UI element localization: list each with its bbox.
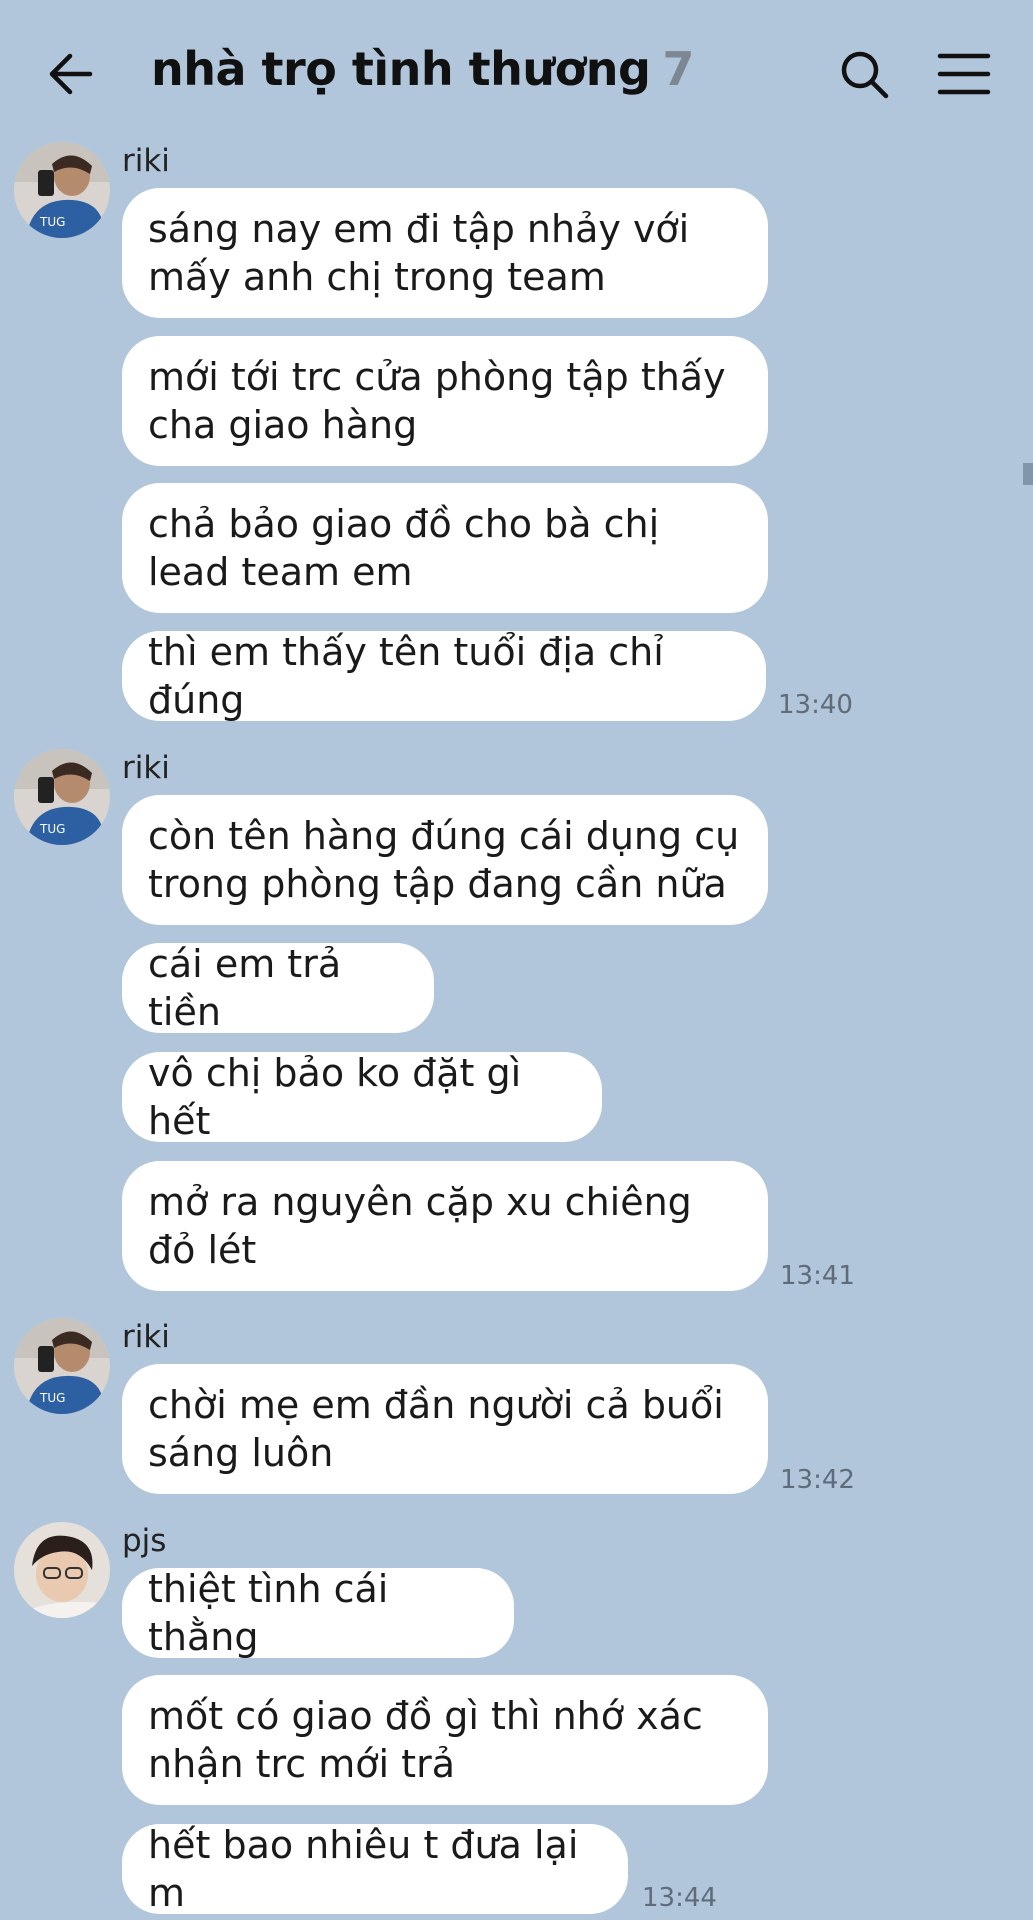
message-text: thiệt tình cái thằng xyxy=(148,1567,389,1659)
message-bubble[interactable]: thiệt tình cái thằng xyxy=(122,1567,514,1659)
message-bubble[interactable]: cái em trả tiền xyxy=(122,942,434,1034)
message-bubble[interactable]: sáng nay em đi tập nhảy với mấy anh chị … xyxy=(122,188,768,318)
avatar-riki[interactable]: TUG xyxy=(14,1318,110,1414)
message-text: hết bao nhiêu t đưa lại m xyxy=(148,1823,579,1915)
message-text: chả bảo giao đồ cho bà chị lead team em xyxy=(148,502,660,594)
avatar-pjs[interactable] xyxy=(14,1522,110,1618)
message-timestamp: 13:44 xyxy=(642,1883,717,1913)
message-bubble[interactable]: hết bao nhiêu t đưa lại m xyxy=(122,1823,628,1915)
message-bubble[interactable]: chời mẹ em đần người cả buổi sáng luôn xyxy=(122,1364,768,1494)
message-bubble[interactable]: mở ra nguyên cặp xu chiêng đỏ lét xyxy=(122,1161,768,1291)
message-bubble[interactable]: mốt có giao đồ gì thì nhớ xác nhận trc m… xyxy=(122,1675,768,1805)
message-text: còn tên hàng đúng cái dụng cụ trong phòn… xyxy=(148,814,740,906)
chat-title[interactable]: nhà trọ tình thương 7 xyxy=(151,42,694,96)
scroll-indicator[interactable] xyxy=(1023,463,1033,485)
search-icon[interactable] xyxy=(834,44,894,104)
member-count: 7 xyxy=(662,42,694,96)
menu-icon[interactable] xyxy=(934,44,994,104)
message-text: mới tới trc cửa phòng tập thấy cha giao … xyxy=(148,355,726,447)
message-timestamp: 13:40 xyxy=(778,690,853,720)
sender-name: riki xyxy=(122,750,170,786)
svg-text:TUG: TUG xyxy=(39,215,65,229)
message-text: cái em trả tiền xyxy=(148,942,342,1034)
message-text: mở ra nguyên cặp xu chiêng đỏ lét xyxy=(148,1180,692,1272)
message-bubble[interactable]: còn tên hàng đúng cái dụng cụ trong phòn… xyxy=(122,795,768,925)
avatar-riki[interactable]: TUG xyxy=(14,749,110,845)
message-bubble[interactable]: vô chị bảo ko đặt gì hết xyxy=(122,1051,602,1143)
message-text: vô chị bảo ko đặt gì hết xyxy=(148,1051,522,1143)
sender-name: riki xyxy=(122,1319,170,1355)
svg-text:TUG: TUG xyxy=(39,1391,65,1405)
message-timestamp: 13:41 xyxy=(780,1261,855,1291)
message-text: sáng nay em đi tập nhảy với mấy anh chị … xyxy=(148,207,690,299)
group-name: nhà trọ tình thương xyxy=(151,42,651,96)
svg-text:TUG: TUG xyxy=(39,822,65,836)
back-arrow-icon[interactable] xyxy=(44,44,104,104)
chat-header: nhà trọ tình thương 7 xyxy=(0,0,1033,142)
message-text: chời mẹ em đần người cả buổi sáng luôn xyxy=(148,1383,724,1475)
message-timestamp: 13:42 xyxy=(780,1465,855,1495)
sender-name: pjs xyxy=(122,1523,167,1559)
message-bubble[interactable]: chả bảo giao đồ cho bà chị lead team em xyxy=(122,483,768,613)
message-bubble[interactable]: thì em thấy tên tuổi địa chỉ đúng xyxy=(122,630,766,722)
message-text: thì em thấy tên tuổi địa chỉ đúng xyxy=(148,630,664,722)
sender-name: riki xyxy=(122,143,170,179)
message-text: mốt có giao đồ gì thì nhớ xác nhận trc m… xyxy=(148,1694,703,1786)
avatar-riki[interactable]: TUG xyxy=(14,142,110,238)
message-bubble[interactable]: mới tới trc cửa phòng tập thấy cha giao … xyxy=(122,336,768,466)
